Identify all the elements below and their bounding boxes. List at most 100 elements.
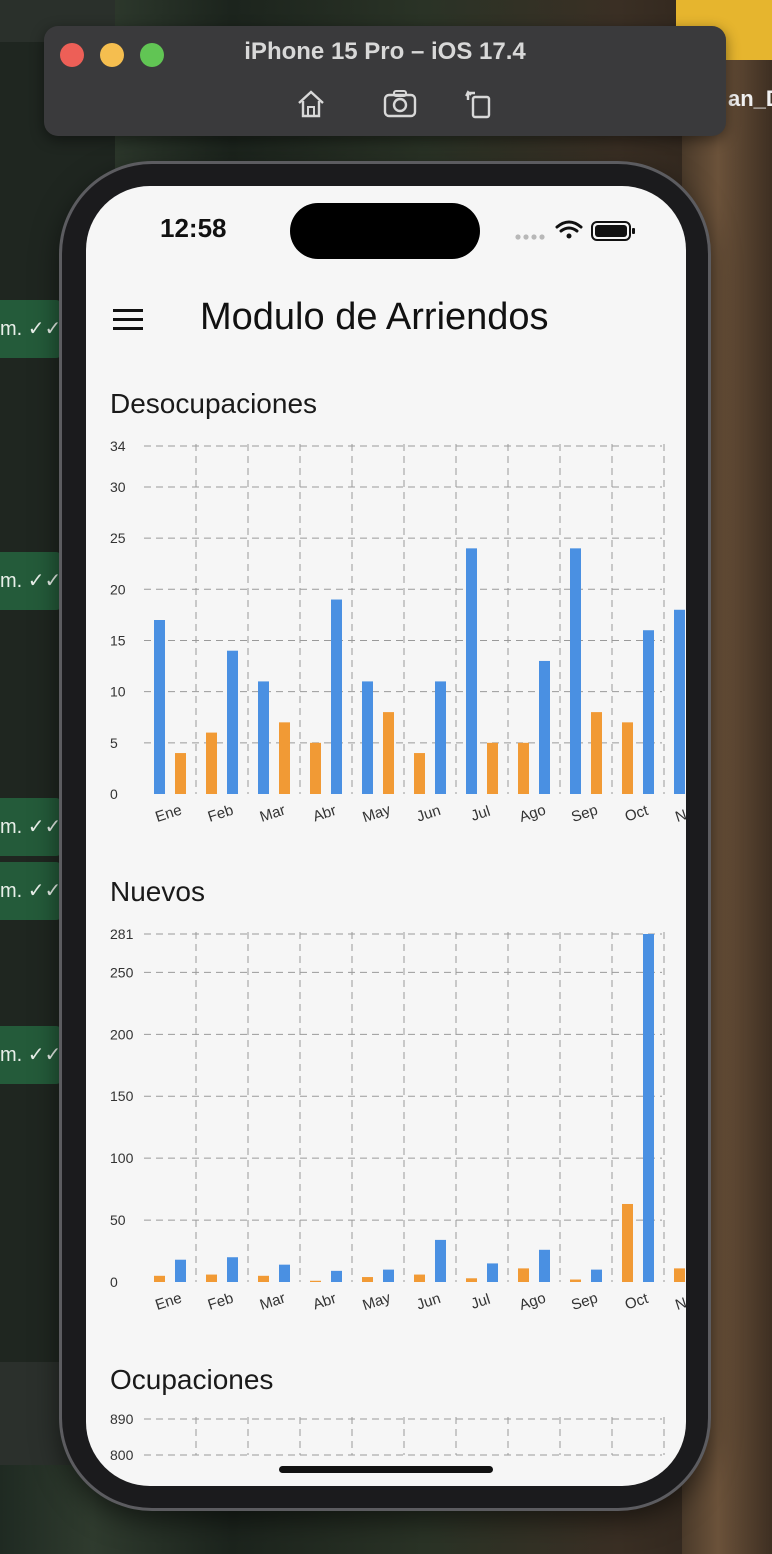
- y-tick-label: 10: [110, 684, 126, 700]
- y-tick-label: 890: [110, 1411, 134, 1427]
- x-tick-label: Jul: [469, 803, 493, 825]
- x-tick-label: Mar: [258, 802, 288, 826]
- bar-series-a: [487, 1263, 498, 1282]
- bar-series-b: [591, 712, 602, 794]
- bar-series-a: [643, 630, 654, 794]
- chart-title-ocupaciones: Ocupaciones: [110, 1364, 274, 1395]
- y-tick-label: 800: [110, 1447, 134, 1463]
- x-tick-label: Mar: [258, 1290, 288, 1314]
- bar-series-a: [362, 681, 373, 794]
- page-title: Modulo de Arriendos: [200, 296, 549, 338]
- bar-series-b: [310, 742, 321, 794]
- bar-series-b: [487, 742, 498, 794]
- bar-series-b: [206, 1274, 217, 1282]
- bar-series-a: [154, 620, 165, 794]
- desktop-file-label: an_D: [728, 86, 772, 111]
- y-tick-label: 34: [110, 438, 126, 454]
- screenshot-icon[interactable]: [382, 86, 418, 122]
- bar-series-b: [279, 722, 290, 794]
- background-chat-bubble: m. ✓✓: [0, 798, 62, 856]
- x-tick-label: Oct: [623, 802, 651, 826]
- bar-series-a: [279, 1264, 290, 1282]
- bar-series-b: [674, 1268, 685, 1282]
- bar-series-b: [622, 722, 633, 794]
- background-chat-bubble: m. ✓✓: [0, 300, 62, 358]
- bar-series-b: [362, 1277, 373, 1282]
- chart-title-nuevos: Nuevos: [110, 876, 205, 907]
- battery-icon: [591, 221, 635, 241]
- x-tick-label: Abr: [311, 1290, 338, 1313]
- chart-ocupaciones: 800 890: [110, 1411, 665, 1463]
- bar-series-a: [435, 1239, 446, 1282]
- bar-series-a: [227, 1257, 238, 1282]
- x-tick-label: Nov: [673, 801, 686, 826]
- app-screen: 12:58 Modulo de Arriendos Desocupaciones…: [86, 186, 686, 1486]
- hamburger-menu-icon[interactable]: [113, 308, 143, 332]
- bar-series-a: [175, 1259, 186, 1282]
- bar-series-b: [258, 1275, 269, 1282]
- y-tick-label: 250: [110, 964, 134, 980]
- y-tick-label: 50: [110, 1212, 126, 1228]
- bar-series-b: [622, 1203, 633, 1282]
- y-tick-label: 20: [110, 581, 126, 597]
- y-tick-label: 30: [110, 479, 126, 495]
- chart-nuevos: 0 50 100 150 200 250 281 Ene Feb Mar Abr May Jun Jul A…: [110, 926, 686, 1314]
- x-tick-label: Ene: [153, 1290, 184, 1314]
- bar-series-b: [414, 1274, 425, 1282]
- bar-series-a: [331, 1270, 342, 1282]
- y-tick-label: 15: [110, 632, 126, 648]
- bar-series-a: [331, 599, 342, 794]
- bar-series-a: [539, 1249, 550, 1282]
- x-tick-label: Feb: [206, 802, 236, 826]
- bar-series-b: [518, 742, 529, 794]
- chart-desocupaciones: 0 5 10 15 20 25 30 34 Ene Feb Mar Abr May Jun Jul Ago Se…: [110, 438, 686, 826]
- x-tick-label: Nov: [673, 1289, 686, 1314]
- y-tick-label: 25: [110, 530, 126, 546]
- status-time: 12:58: [160, 213, 227, 243]
- x-tick-label: Jul: [469, 1291, 493, 1313]
- bar-series-b: [175, 753, 186, 794]
- bar-series-b: [206, 732, 217, 794]
- signal-dots-icon: [515, 234, 545, 240]
- bar-series-b: [414, 753, 425, 794]
- x-tick-label: May: [361, 801, 394, 826]
- bar-series-b: [310, 1280, 321, 1282]
- bar-series-b: [570, 1279, 581, 1282]
- status-icons: [515, 220, 635, 241]
- bar-series-a: [227, 650, 238, 794]
- bar-series-a: [643, 934, 654, 1282]
- wifi-icon: [555, 220, 583, 239]
- x-tick-label: Sep: [569, 802, 600, 826]
- bar-series-b: [466, 1278, 477, 1282]
- y-tick-label: 200: [110, 1026, 134, 1042]
- simulator-title: iPhone 15 Pro – iOS 17.4: [244, 38, 526, 65]
- bar-series-a: [466, 548, 477, 794]
- bar-series-a: [539, 660, 550, 794]
- x-tick-label: Sep: [569, 1290, 600, 1314]
- y-tick-label: 5: [110, 735, 118, 751]
- y-tick-label: 0: [110, 1274, 118, 1290]
- background-chat-bubble: m. ✓✓: [0, 1026, 62, 1084]
- y-tick-label: 150: [110, 1088, 134, 1104]
- bar-series-a: [258, 681, 269, 794]
- home-indicator[interactable]: [279, 1466, 493, 1473]
- simulator-toolbar: iPhone 15 Pro – iOS 17.4: [44, 26, 726, 136]
- dynamic-island: [290, 203, 480, 259]
- bar-series-b: [383, 712, 394, 794]
- home-icon[interactable]: [293, 86, 329, 122]
- bar-series-a: [674, 609, 685, 794]
- x-tick-label: May: [361, 1289, 394, 1314]
- x-tick-label: Ago: [517, 1290, 548, 1314]
- x-tick-label: Feb: [206, 1290, 236, 1314]
- x-tick-label: Ene: [153, 802, 184, 826]
- bar-series-a: [570, 548, 581, 794]
- chart-title-desocupaciones: Desocupaciones: [110, 388, 318, 419]
- y-tick-label: 0: [110, 786, 118, 802]
- x-tick-label: Oct: [623, 1290, 651, 1314]
- bar-series-a: [383, 1269, 394, 1282]
- background-chat-bubble: m. ✓✓: [0, 862, 62, 920]
- y-tick-label: 100: [110, 1150, 134, 1166]
- x-tick-label: Abr: [311, 802, 338, 825]
- bar-series-b: [154, 1275, 165, 1282]
- rotate-icon[interactable]: [462, 86, 498, 122]
